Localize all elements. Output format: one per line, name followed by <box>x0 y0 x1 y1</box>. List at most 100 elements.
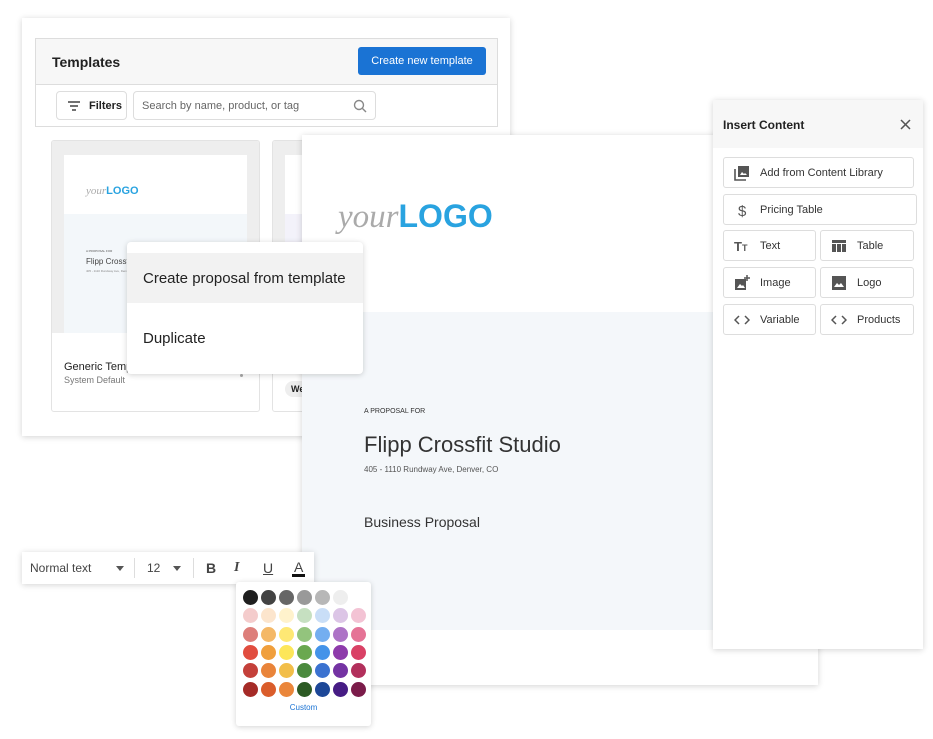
color-swatch[interactable] <box>297 626 312 642</box>
text-style-value: Normal text <box>30 561 92 575</box>
insert-content-panel: Insert Content Add from Content Library … <box>713 100 923 649</box>
color-swatch[interactable] <box>351 608 366 624</box>
color-swatch[interactable] <box>351 644 366 660</box>
color-swatch[interactable] <box>351 663 366 679</box>
button-label: Text <box>760 239 781 252</box>
close-icon[interactable] <box>900 119 911 130</box>
products-button[interactable]: Products <box>820 304 914 335</box>
pricing-table-button[interactable]: $ Pricing Table <box>723 194 917 225</box>
svg-text:T: T <box>734 239 742 254</box>
color-swatch[interactable] <box>261 590 276 605</box>
color-swatch[interactable] <box>315 608 330 624</box>
button-label: Add from Content Library <box>760 166 883 179</box>
text-button[interactable]: TT Text <box>723 230 816 261</box>
text-color-button[interactable]: A <box>292 560 306 577</box>
button-label: Table <box>857 239 884 252</box>
color-swatch[interactable] <box>279 626 294 642</box>
search-icon <box>353 99 367 112</box>
table-button[interactable]: Table <box>820 230 914 261</box>
color-swatch[interactable] <box>243 681 258 697</box>
color-swatch[interactable] <box>297 663 312 679</box>
color-swatch[interactable] <box>243 663 258 679</box>
filters-button[interactable]: Filters <box>56 91 127 120</box>
color-swatch[interactable] <box>279 681 294 697</box>
logo-button[interactable]: Logo <box>820 267 914 298</box>
button-label: Image <box>760 276 791 289</box>
template-name: Generic Temp <box>64 361 133 373</box>
caret-down-icon <box>173 565 181 575</box>
code-icon <box>734 314 750 325</box>
button-label: Products <box>857 313 901 326</box>
image-icon <box>832 275 846 290</box>
search-input[interactable]: Search by name, product, or tag <box>133 91 376 120</box>
underline-button[interactable]: U <box>263 560 292 576</box>
color-swatch[interactable] <box>315 644 330 660</box>
document-label: A PROPOSAL FOR <box>364 408 426 415</box>
color-swatch[interactable] <box>333 590 348 605</box>
button-label: Logo <box>857 276 882 289</box>
color-swatch[interactable] <box>243 608 258 624</box>
color-swatch[interactable] <box>297 590 312 605</box>
bold-button[interactable]: B <box>206 560 234 576</box>
svg-text:$: $ <box>738 203 747 218</box>
color-swatch[interactable] <box>297 608 312 624</box>
color-swatch[interactable] <box>315 590 330 605</box>
color-swatch[interactable] <box>261 608 276 624</box>
color-swatch[interactable] <box>315 681 330 697</box>
color-swatch[interactable] <box>333 626 348 642</box>
color-swatch[interactable] <box>351 626 366 642</box>
color-swatch[interactable] <box>279 608 294 624</box>
color-swatch[interactable] <box>279 644 294 660</box>
document-subtitle: Business Proposal <box>364 514 480 530</box>
more-icon[interactable] <box>240 374 243 377</box>
color-swatch[interactable] <box>261 681 276 697</box>
button-label: Pricing Table <box>760 203 823 216</box>
templates-header: Templates Create new template <box>36 39 497 85</box>
code-icon <box>831 314 847 325</box>
color-swatch[interactable] <box>333 644 348 660</box>
color-swatch[interactable] <box>333 681 348 697</box>
image-button[interactable]: Image <box>723 267 816 298</box>
thumb-logo: yourLOGO <box>86 185 139 197</box>
color-swatch[interactable] <box>279 663 294 679</box>
page-title: Templates <box>52 54 121 70</box>
filters-label: Filters <box>89 99 123 112</box>
color-swatch[interactable] <box>261 626 276 642</box>
font-size-value: 12 <box>147 561 161 575</box>
document-logo: yourLOGO <box>338 198 493 235</box>
color-swatch[interactable] <box>297 644 312 660</box>
color-swatch[interactable] <box>261 644 276 660</box>
button-label: Variable <box>760 313 800 326</box>
custom-color-link[interactable]: Custom <box>236 703 371 712</box>
create-proposal-menu-item[interactable]: Create proposal from template <box>127 253 363 303</box>
color-swatch[interactable] <box>333 663 348 679</box>
italic-button[interactable]: I <box>234 560 263 576</box>
search-placeholder: Search by name, product, or tag <box>142 99 300 112</box>
font-size-select[interactable]: 12 <box>135 561 193 575</box>
color-swatch[interactable] <box>261 663 276 679</box>
color-swatch[interactable] <box>351 681 366 697</box>
color-swatch[interactable] <box>279 590 294 605</box>
create-template-button[interactable]: Create new template <box>358 47 486 75</box>
add-from-library-button[interactable]: Add from Content Library <box>723 157 914 188</box>
template-subtitle: System Default <box>64 375 126 385</box>
photo-library-icon <box>734 165 749 181</box>
variable-button[interactable]: Variable <box>723 304 816 335</box>
color-swatch[interactable] <box>243 626 258 642</box>
templates-header-box: Templates Create new template Filters Se… <box>35 38 498 127</box>
color-swatch[interactable] <box>243 644 258 660</box>
color-swatch[interactable] <box>333 608 348 624</box>
color-swatch[interactable] <box>243 590 258 605</box>
color-swatch[interactable] <box>315 626 330 642</box>
divider <box>193 558 194 578</box>
color-swatch[interactable] <box>297 681 312 697</box>
text-size-icon: TT <box>734 239 748 254</box>
document-title: Flipp Crossfit Studio <box>364 432 561 457</box>
duplicate-menu-item[interactable]: Duplicate <box>127 313 363 363</box>
filter-icon <box>68 100 80 111</box>
thumb-label: A PROPOSAL FOR <box>86 249 113 253</box>
add-image-icon <box>735 274 750 290</box>
color-swatch[interactable] <box>315 663 330 679</box>
color-picker: Custom <box>236 582 371 726</box>
text-style-select[interactable]: Normal text <box>22 561 134 575</box>
